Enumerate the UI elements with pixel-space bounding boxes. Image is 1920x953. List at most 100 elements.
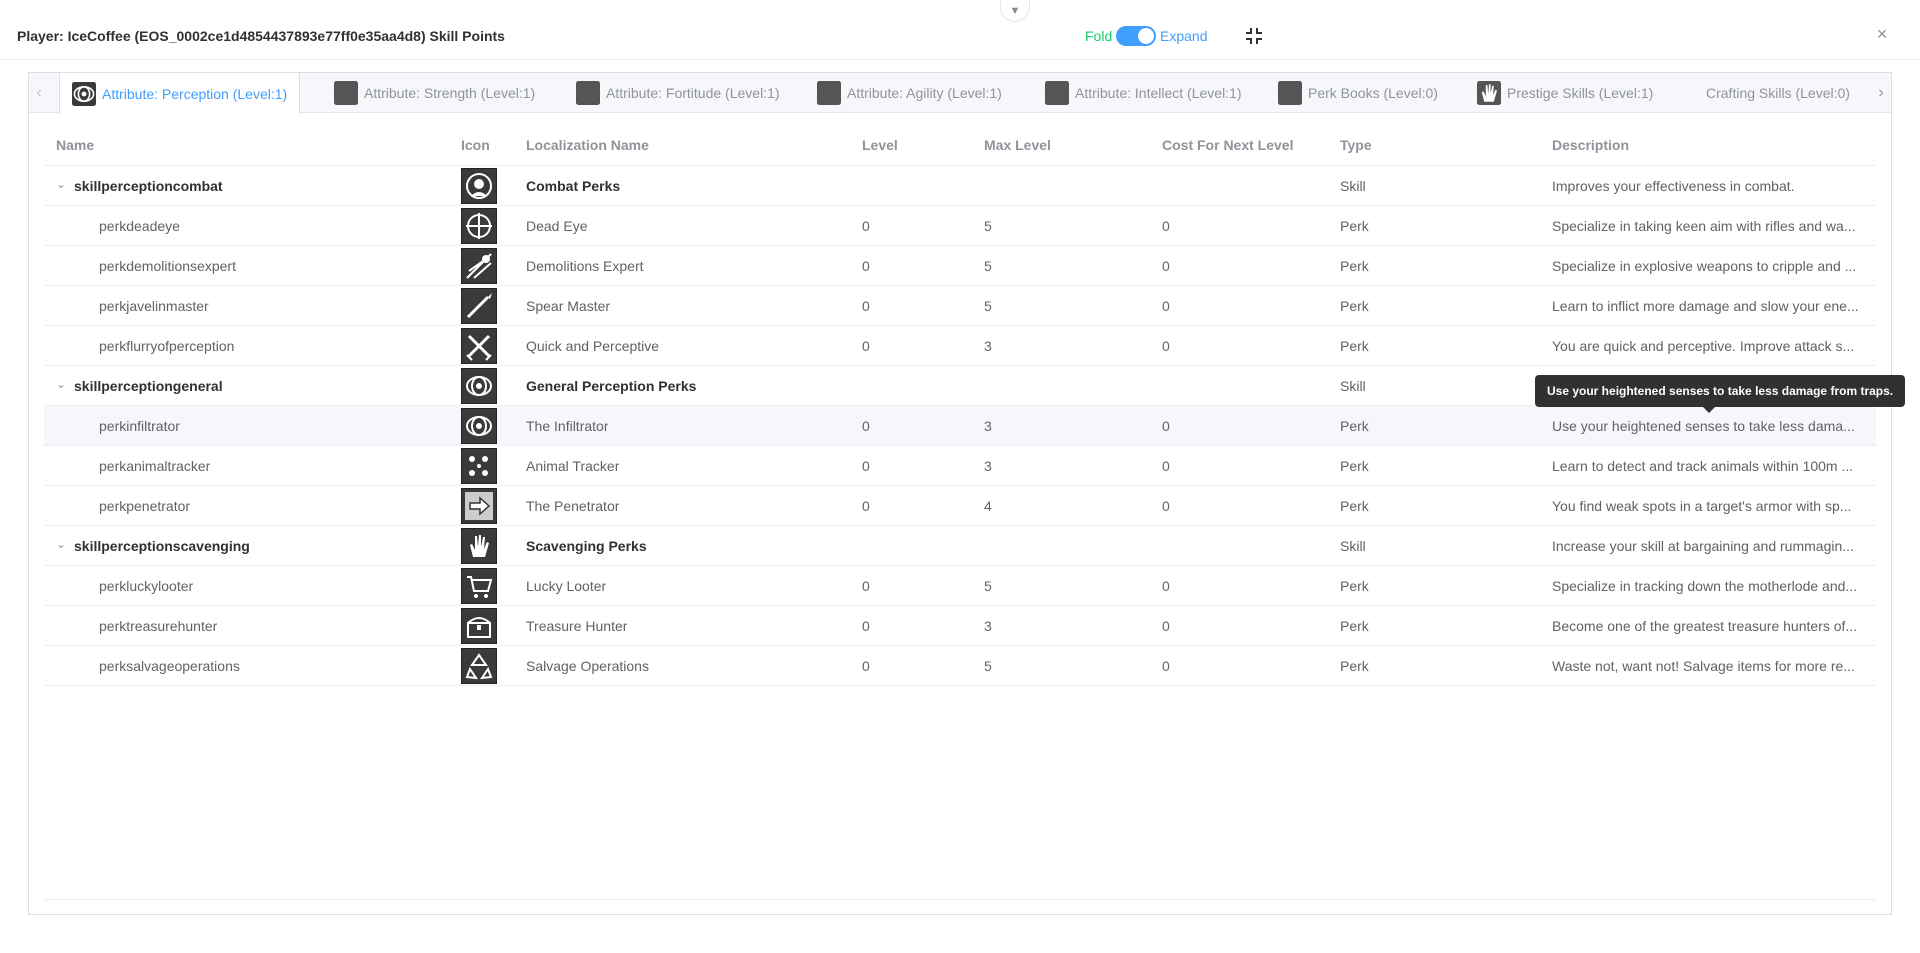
table-row[interactable]: perkluckylooter Lucky Looter 0 5 0 Perk Specia… [44,566,1876,606]
tab-prev-arrow[interactable]: ‹ [29,73,49,112]
table-row[interactable]: perkdemolitionsexpert Demolitions Expert 0… [44,246,1876,286]
row-level: 0 [862,498,870,514]
row-localization-name: The Penetrator [526,498,620,514]
row-max-level: 5 [984,218,992,234]
tab-label: Crafting Skills (Level:0) [1706,85,1850,101]
row-type: Perk [1340,218,1369,234]
row-level: 0 [862,658,870,674]
row-type: Perk [1340,458,1369,474]
page-title: Player: IceCoffee (EOS_0002ce1d485443789… [17,28,505,44]
row-description: Become one of the greatest treasure hunt… [1552,618,1858,634]
row-type: Perk [1340,618,1369,634]
table-header: Name Icon Localization Name Level Max Le… [44,123,1876,166]
tab-perk-books-level[interactable]: Perk Books (Level:0) [1266,73,1450,113]
row-name: perkjavelinmaster [99,298,209,314]
row-description: Improves your effectiveness in combat. [1552,178,1795,194]
row-type: Perk [1340,338,1369,354]
row-localization-name: Lucky Looter [526,578,607,594]
table-row[interactable]: perktreasurehunter Treasure Hunter 0 3 0 Perk… [44,606,1876,646]
tab-attribute-agility-level[interactable]: Attribute: Agility (Level:1) [805,73,1014,113]
tab-label: Attribute: Perception (Level:1) [102,85,288,102]
tab-label: Prestige Skills (Level:1) [1507,85,1654,101]
tab-prestige-skills-level[interactable]: Prestige Skills (Level:1) [1465,73,1665,113]
table-row[interactable]: perksalvageoperations Salvage Operations 0… [44,646,1876,686]
treasure-chest-icon [461,608,497,644]
table-row[interactable]: perkanimaltracker Animal Tracker 0 3 0 Perk Le… [44,446,1876,486]
row-max-level: 3 [984,458,992,474]
row-localization-name: Demolitions Expert [526,258,644,274]
row-cost: 0 [1162,298,1170,314]
tab-label: Attribute: Strength (Level:1) [364,85,536,101]
table-row[interactable]: perkinfiltrator The Infiltrator 0 3 0 Perk Use… [44,406,1876,446]
book-icon [1278,81,1302,105]
chevron-down-icon[interactable]: ⌄ [56,377,66,391]
tab-attribute-perception-level[interactable]: Attribute: Perception (Level:1) [59,73,301,114]
row-level: 0 [862,258,870,274]
description-tooltip: Use your heightened senses to take less … [1535,375,1906,413]
tab-attribute-strength-level[interactable]: Attribute: Strength (Level:1) [322,73,547,113]
row-cost: 0 [1162,618,1170,634]
row-name: perkdeadeye [99,218,180,234]
row-cost: 0 [1162,578,1170,594]
row-description: Learn to inflict more damage and slow yo… [1552,298,1859,314]
row-level: 0 [862,298,870,314]
table-row[interactable]: perkflurryofperception Quick and Percepti… [44,326,1876,366]
row-name: skillperceptioncombat [74,178,223,194]
intellect-icon [1045,81,1069,105]
row-level: 0 [862,458,870,474]
toggle-knob [1138,28,1154,44]
col-header-cost: Cost For Next Level [1162,137,1294,153]
explosion-icon [461,248,497,284]
fold-expand-toggle[interactable] [1116,26,1156,46]
agility-icon [817,81,841,105]
row-max-level: 5 [984,298,992,314]
tab-next-arrow[interactable]: › [1871,73,1891,112]
row-level: 0 [862,618,870,634]
row-description: You find weak spots in a target's armor … [1552,498,1852,514]
row-description: Increase your skill at bargaining and ru… [1552,538,1854,554]
recycle-icon [461,648,497,684]
fold-label: Fold [1085,28,1113,44]
row-type: Perk [1340,418,1369,434]
tab-crafting-skills-level[interactable]: Crafting Skills (Level:0) [1694,73,1862,113]
col-header-icon: Icon [461,137,490,153]
skill-group-row[interactable]: ⌄ skillperceptioncombat Combat Perks Skill I… [44,166,1876,206]
row-name: perkpenetrator [99,498,191,514]
skill-group-row[interactable]: ⌄ skillperceptionscavenging Scavenging Per… [44,526,1876,566]
row-type: Perk [1340,658,1369,674]
table-row[interactable]: perkdeadeye Dead Eye 0 5 0 Perk Specialize in … [44,206,1876,246]
row-name: perkinfiltrator [99,418,180,434]
tab-label: Attribute: Agility (Level:1) [847,85,1002,101]
table-row[interactable]: perkjavelinmaster Spear Master 0 5 0 Perk Lear… [44,286,1876,326]
compress-icon[interactable] [1245,27,1263,45]
eye-icon [461,368,497,404]
close-icon[interactable]: × [1874,25,1890,43]
row-name: perkluckylooter [99,578,194,594]
chevron-down-icon[interactable]: ⌄ [56,177,66,191]
row-description: You are quick and perceptive. Improve at… [1552,338,1855,354]
row-level: 0 [862,418,870,434]
table-body: ⌄ skillperceptioncombat Combat Perks Skill I… [44,166,1876,686]
hand-icon [461,528,497,564]
combat-portrait-icon [461,168,497,204]
col-header-description: Description [1552,137,1630,153]
row-cost: 0 [1162,458,1170,474]
row-localization-name: General Perception Perks [526,378,697,394]
row-name: perksalvageoperations [99,658,240,674]
row-type: Perk [1340,498,1369,514]
row-max-level: 5 [984,578,992,594]
spear-icon [461,288,497,324]
chevron-down-icon[interactable]: ⌄ [56,537,66,551]
row-type: Perk [1340,258,1369,274]
crossed-blades-icon [461,328,497,364]
table-row[interactable]: perkpenetrator The Penetrator 0 4 0 Perk You f… [44,486,1876,526]
tab-attribute-intellect-level[interactable]: Attribute: Intellect (Level:1) [1033,73,1254,113]
row-localization-name: Quick and Perceptive [526,338,660,354]
tab-attribute-fortitude-level[interactable]: Attribute: Fortitude (Level:1) [564,73,792,113]
eye-icon [72,81,96,106]
row-localization-name: Dead Eye [526,218,588,234]
col-header-name: Name [56,137,95,153]
row-name: perktreasurehunter [99,618,218,634]
dialog-header: Player: IceCoffee (EOS_0002ce1d485443789… [0,0,1920,60]
row-name: perkdemolitionsexpert [99,258,236,274]
